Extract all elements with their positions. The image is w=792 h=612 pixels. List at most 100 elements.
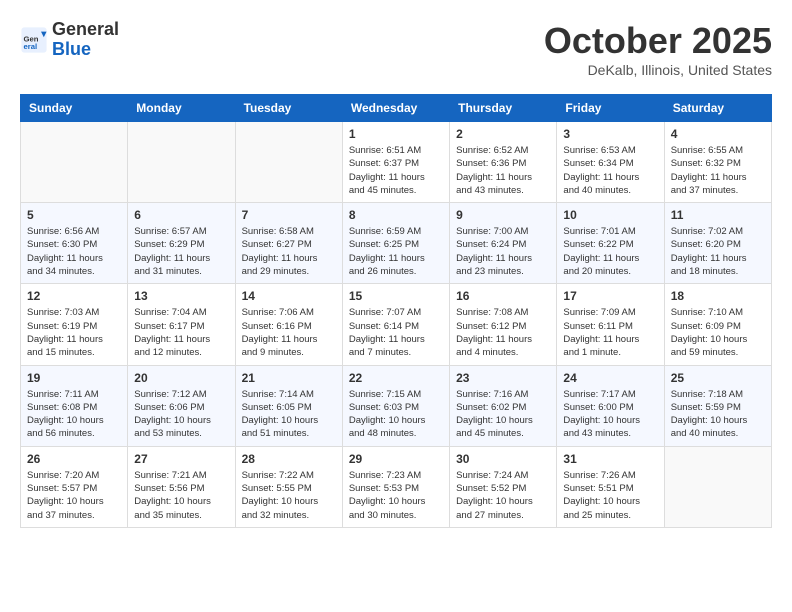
- day-number: 31: [563, 452, 657, 466]
- calendar-cell: 9Sunrise: 7:00 AMSunset: 6:24 PMDaylight…: [450, 203, 557, 284]
- day-number: 23: [456, 371, 550, 385]
- calendar-cell: 7Sunrise: 6:58 AMSunset: 6:27 PMDaylight…: [235, 203, 342, 284]
- day-header: Friday: [557, 95, 664, 122]
- title-block: October 2025 DeKalb, Illinois, United St…: [544, 20, 772, 78]
- calendar-cell: 6 Sunrise: 6:57 AMSunset: 6:29 PMDaylight…: [128, 203, 235, 284]
- calendar-cell: 4 Sunrise: 6:55 AMSunset: 6:32 PMDaylight…: [664, 122, 771, 203]
- day-number: 15: [349, 289, 443, 303]
- day-info: Sunrise: 7:26 AMSunset: 5:51 PMDaylight:…: [563, 469, 657, 522]
- calendar-cell: 28 Sunrise: 7:22 AMSunset: 5:55 PMDayligh…: [235, 446, 342, 527]
- day-header: Wednesday: [342, 95, 449, 122]
- calendar-cell: 29 Sunrise: 7:23 AMSunset: 5:53 PMDayligh…: [342, 446, 449, 527]
- day-info: Sunrise: 6:57 AMSunset: 6:29 PMDaylight:…: [134, 225, 228, 278]
- day-number: 6: [134, 208, 228, 222]
- calendar-header-row: SundayMondayTuesdayWednesdayThursdayFrid…: [21, 95, 772, 122]
- day-info: Sunrise: 7:02 AMSunset: 6:20 PMDaylight:…: [671, 225, 765, 278]
- day-info: Sunrise: 7:09 AMSunset: 6:11 PMDaylight:…: [563, 306, 657, 359]
- calendar-cell: 16Sunrise: 7:08 AMSunset: 6:12 PMDayligh…: [450, 284, 557, 365]
- day-info: Sunrise: 7:22 AMSunset: 5:55 PMDaylight:…: [242, 469, 336, 522]
- calendar-cell: [128, 122, 235, 203]
- day-info: Sunrise: 7:14 AMSunset: 6:05 PMDaylight:…: [242, 388, 336, 441]
- day-info: Sunrise: 7:16 AMSunset: 6:02 PMDaylight:…: [456, 388, 550, 441]
- day-info: Sunrise: 6:56 AMSunset: 6:30 PMDaylight:…: [27, 225, 121, 278]
- day-number: 11: [671, 208, 765, 222]
- day-number: 7: [242, 208, 336, 222]
- day-number: 8: [349, 208, 443, 222]
- day-info: Sunrise: 7:07 AMSunset: 6:14 PMDaylight:…: [349, 306, 443, 359]
- day-number: 29: [349, 452, 443, 466]
- day-info: Sunrise: 7:04 AMSunset: 6:17 PMDaylight:…: [134, 306, 228, 359]
- day-info: Sunrise: 7:21 AMSunset: 5:56 PMDaylight:…: [134, 469, 228, 522]
- day-number: 20: [134, 371, 228, 385]
- day-number: 3: [563, 127, 657, 141]
- calendar-week-row: 5 Sunrise: 6:56 AMSunset: 6:30 PMDaylight…: [21, 203, 772, 284]
- calendar-cell: 2Sunrise: 6:52 AMSunset: 6:36 PMDaylight…: [450, 122, 557, 203]
- day-number: 5: [27, 208, 121, 222]
- calendar-cell: 5 Sunrise: 6:56 AMSunset: 6:30 PMDaylight…: [21, 203, 128, 284]
- calendar-cell: 14Sunrise: 7:06 AMSunset: 6:16 PMDayligh…: [235, 284, 342, 365]
- day-info: Sunrise: 6:53 AMSunset: 6:34 PMDaylight:…: [563, 144, 657, 197]
- day-info: Sunrise: 7:01 AMSunset: 6:22 PMDaylight:…: [563, 225, 657, 278]
- day-info: Sunrise: 7:20 AMSunset: 5:57 PMDaylight:…: [27, 469, 121, 522]
- calendar-week-row: 12 Sunrise: 7:03 AMSunset: 6:19 PMDayligh…: [21, 284, 772, 365]
- day-info: Sunrise: 7:12 AMSunset: 6:06 PMDaylight:…: [134, 388, 228, 441]
- calendar-cell: 1Sunrise: 6:51 AMSunset: 6:37 PMDaylight…: [342, 122, 449, 203]
- logo-icon: Gen eral: [20, 26, 48, 54]
- day-info: Sunrise: 7:00 AMSunset: 6:24 PMDaylight:…: [456, 225, 550, 278]
- day-info: Sunrise: 6:59 AMSunset: 6:25 PMDaylight:…: [349, 225, 443, 278]
- day-number: 1: [349, 127, 443, 141]
- day-info: Sunrise: 7:17 AMSunset: 6:00 PMDaylight:…: [563, 388, 657, 441]
- calendar-week-row: 19 Sunrise: 7:11 AMSunset: 6:08 PMDayligh…: [21, 365, 772, 446]
- day-header: Thursday: [450, 95, 557, 122]
- location: DeKalb, Illinois, United States: [544, 62, 772, 78]
- calendar-cell: 15 Sunrise: 7:07 AMSunset: 6:14 PMDayligh…: [342, 284, 449, 365]
- day-info: Sunrise: 7:11 AMSunset: 6:08 PMDaylight:…: [27, 388, 121, 441]
- calendar-cell: 24 Sunrise: 7:17 AMSunset: 6:00 PMDayligh…: [557, 365, 664, 446]
- day-number: 14: [242, 289, 336, 303]
- calendar-cell: 17Sunrise: 7:09 AMSunset: 6:11 PMDayligh…: [557, 284, 664, 365]
- calendar-cell: 11 Sunrise: 7:02 AMSunset: 6:20 PMDayligh…: [664, 203, 771, 284]
- calendar-cell: 10Sunrise: 7:01 AMSunset: 6:22 PMDayligh…: [557, 203, 664, 284]
- logo-blue: Blue: [52, 40, 119, 60]
- day-header: Sunday: [21, 95, 128, 122]
- day-number: 25: [671, 371, 765, 385]
- calendar-week-row: 1Sunrise: 6:51 AMSunset: 6:37 PMDaylight…: [21, 122, 772, 203]
- month-title: October 2025: [544, 20, 772, 62]
- calendar-cell: 12 Sunrise: 7:03 AMSunset: 6:19 PMDayligh…: [21, 284, 128, 365]
- calendar-cell: 27Sunrise: 7:21 AMSunset: 5:56 PMDayligh…: [128, 446, 235, 527]
- day-number: 12: [27, 289, 121, 303]
- svg-text:eral: eral: [24, 42, 38, 51]
- logo-general: General: [52, 20, 119, 40]
- day-info: Sunrise: 7:08 AMSunset: 6:12 PMDaylight:…: [456, 306, 550, 359]
- day-number: 4: [671, 127, 765, 141]
- calendar-cell: 25Sunrise: 7:18 AMSunset: 5:59 PMDayligh…: [664, 365, 771, 446]
- day-number: 2: [456, 127, 550, 141]
- day-number: 22: [349, 371, 443, 385]
- calendar-table: SundayMondayTuesdayWednesdayThursdayFrid…: [20, 94, 772, 528]
- calendar-cell: [664, 446, 771, 527]
- calendar-cell: 18Sunrise: 7:10 AMSunset: 6:09 PMDayligh…: [664, 284, 771, 365]
- calendar-cell: 23 Sunrise: 7:16 AMSunset: 6:02 PMDayligh…: [450, 365, 557, 446]
- calendar-cell: [235, 122, 342, 203]
- calendar-cell: 26Sunrise: 7:20 AMSunset: 5:57 PMDayligh…: [21, 446, 128, 527]
- day-info: Sunrise: 7:23 AMSunset: 5:53 PMDaylight:…: [349, 469, 443, 522]
- calendar-cell: 8 Sunrise: 6:59 AMSunset: 6:25 PMDaylight…: [342, 203, 449, 284]
- day-number: 28: [242, 452, 336, 466]
- calendar-cell: 22Sunrise: 7:15 AMSunset: 6:03 PMDayligh…: [342, 365, 449, 446]
- calendar-cell: 30Sunrise: 7:24 AMSunset: 5:52 PMDayligh…: [450, 446, 557, 527]
- calendar-cell: 19 Sunrise: 7:11 AMSunset: 6:08 PMDayligh…: [21, 365, 128, 446]
- calendar-cell: 31 Sunrise: 7:26 AMSunset: 5:51 PMDayligh…: [557, 446, 664, 527]
- day-info: Sunrise: 6:55 AMSunset: 6:32 PMDaylight:…: [671, 144, 765, 197]
- day-number: 18: [671, 289, 765, 303]
- page-header: Gen eral General Blue October 2025 DeKal…: [20, 20, 772, 78]
- day-header: Monday: [128, 95, 235, 122]
- calendar-cell: 20 Sunrise: 7:12 AMSunset: 6:06 PMDayligh…: [128, 365, 235, 446]
- calendar-cell: [21, 122, 128, 203]
- calendar-cell: 21Sunrise: 7:14 AMSunset: 6:05 PMDayligh…: [235, 365, 342, 446]
- day-info: Sunrise: 7:03 AMSunset: 6:19 PMDaylight:…: [27, 306, 121, 359]
- day-number: 24: [563, 371, 657, 385]
- day-number: 19: [27, 371, 121, 385]
- calendar-cell: 3 Sunrise: 6:53 AMSunset: 6:34 PMDaylight…: [557, 122, 664, 203]
- calendar-week-row: 26Sunrise: 7:20 AMSunset: 5:57 PMDayligh…: [21, 446, 772, 527]
- logo-text: General Blue: [52, 20, 119, 60]
